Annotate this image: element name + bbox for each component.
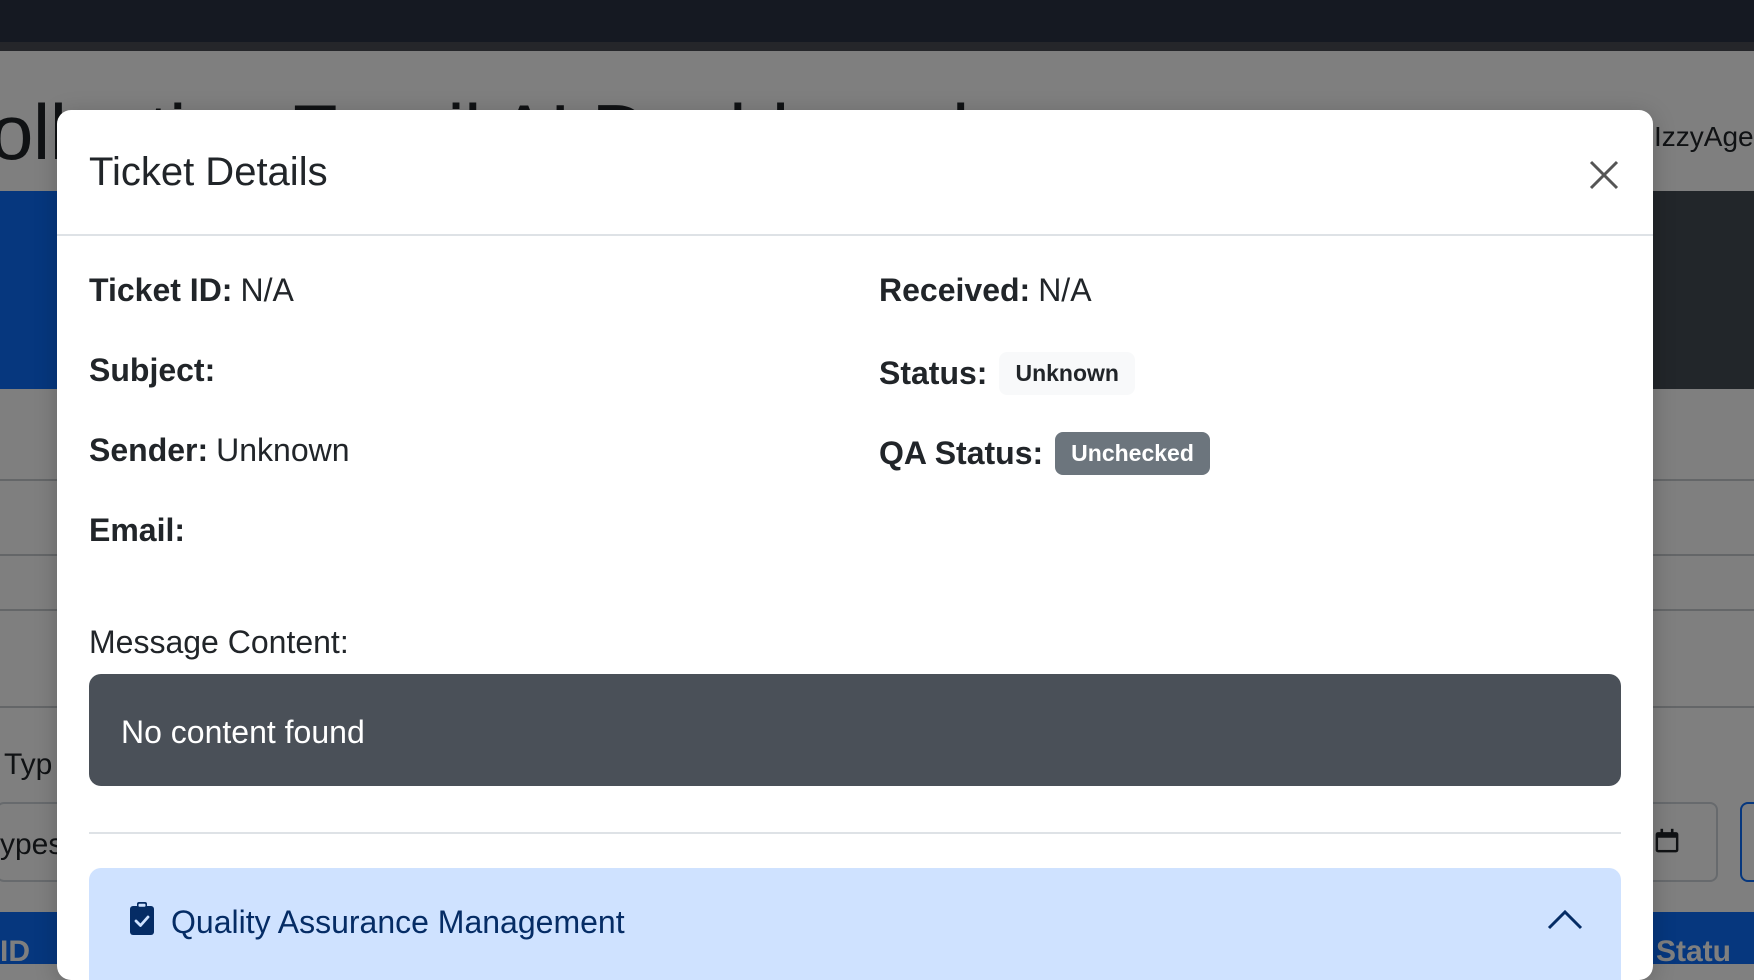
status-label: Status: (879, 355, 988, 391)
status-badge: Unknown (999, 352, 1135, 395)
qa-management-accordion-toggle[interactable]: Quality Assurance Management (89, 868, 1621, 980)
ticket-id-field: Ticket ID: N/A (89, 272, 294, 309)
subject-label: Subject: (89, 352, 216, 388)
message-content-label: Message Content: (89, 624, 349, 660)
qa-status-label: QA Status: (879, 435, 1044, 471)
status-field: Status: Unknown (879, 352, 1135, 395)
received-value: N/A (1038, 272, 1092, 308)
modal-header: Ticket Details (57, 110, 1653, 236)
received-field: Received: N/A (879, 272, 1092, 309)
close-icon (1589, 160, 1619, 190)
ticket-details-modal: Ticket Details Ticket ID: N/A Subject: S… (57, 110, 1653, 980)
chevron-up-icon (1547, 909, 1583, 930)
ticket-id-label: Ticket ID: (89, 272, 233, 308)
qa-status-field: QA Status: Unchecked (879, 432, 1210, 475)
email-label: Email: (89, 512, 186, 548)
modal-title: Ticket Details (89, 150, 328, 194)
sender-label: Sender: (89, 432, 209, 468)
qa-management-label: Quality Assurance Management (171, 904, 625, 940)
sender-field: Sender: Unknown (89, 432, 350, 469)
ticket-id-value: N/A (240, 272, 294, 308)
close-button[interactable] (1577, 148, 1631, 202)
message-content-text: No content found (121, 714, 365, 750)
sender-value: Unknown (216, 432, 350, 468)
section-divider (89, 832, 1621, 834)
qa-status-badge: Unchecked (1055, 432, 1210, 475)
subject-field: Subject: (89, 352, 223, 389)
received-label: Received: (879, 272, 1031, 308)
email-field: Email: (89, 512, 193, 549)
message-content-box: No content found (89, 674, 1621, 786)
clipboard-check-icon (130, 902, 154, 935)
